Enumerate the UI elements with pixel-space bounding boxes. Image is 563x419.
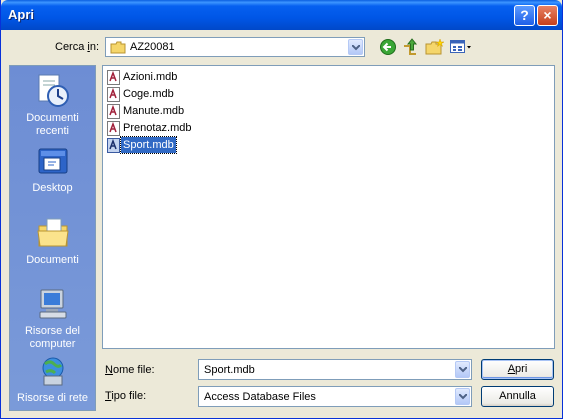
file-list[interactable]: Azioni.mdb Coge.mdb Manute.mdb Prenotaz.… — [102, 65, 555, 349]
look-in-label: Cerca in: — [55, 41, 100, 53]
file-item[interactable]: Prenotaz.mdb — [106, 120, 193, 136]
desktop-icon — [38, 148, 67, 174]
chevron-down-icon — [459, 367, 467, 373]
help-icon: ? — [520, 7, 529, 23]
title-bar[interactable]: Apri ? × — [1, 0, 562, 30]
filename-input[interactable]: Sport.mdb — [204, 364, 255, 376]
filetype-label: Tipo file: — [105, 390, 147, 402]
place-label: Documenti recenti — [26, 112, 79, 137]
help-button[interactable]: ? — [514, 5, 535, 26]
my-computer-icon — [39, 289, 66, 319]
view-menu-icon[interactable] — [449, 38, 473, 56]
file-name: Azioni.mdb — [123, 71, 178, 83]
filetype-combo[interactable]: Access Database Files — [198, 386, 472, 407]
place-network[interactable]: Risorse di rete — [10, 356, 95, 405]
filename-combo[interactable]: Sport.mdb — [198, 359, 472, 380]
place-label: Desktop — [32, 182, 73, 194]
place-documents[interactable]: Documenti — [10, 216, 95, 267]
file-item[interactable]: Azioni.mdb — [106, 69, 179, 85]
folder-icon — [110, 41, 126, 54]
place-recent-documents[interactable]: Documenti recenti — [10, 72, 95, 138]
place-my-computer[interactable]: Risorse del computer — [10, 287, 95, 351]
new-folder-icon[interactable] — [425, 38, 445, 56]
file-name: Coge.mdb — [123, 88, 174, 100]
filetype-dropdown-button[interactable] — [455, 388, 470, 405]
up-folder-icon[interactable] — [402, 38, 420, 56]
look-in-combo[interactable]: AZ20081 — [105, 37, 365, 57]
close-icon: × — [543, 7, 552, 23]
back-icon[interactable] — [379, 38, 397, 56]
look-in-value: AZ20081 — [130, 41, 175, 53]
window-title: Apri — [8, 7, 34, 22]
place-label: Risorse di rete — [17, 392, 88, 404]
place-label: Documenti — [26, 254, 79, 266]
access-file-icon — [107, 138, 120, 153]
look-in-dropdown-button[interactable] — [348, 39, 363, 55]
recent-documents-icon — [38, 74, 69, 107]
open-dialog: Apri ? × Cerca in: AZ20081 Documenti rec… — [0, 0, 563, 419]
filename-dropdown-button[interactable] — [455, 361, 470, 378]
close-button[interactable]: × — [537, 5, 558, 26]
file-name: Prenotaz.mdb — [123, 122, 192, 134]
access-file-icon — [107, 70, 120, 85]
cancel-button[interactable]: Annulla — [481, 386, 554, 407]
documents-icon — [36, 218, 69, 247]
filetype-value: Access Database Files — [204, 391, 316, 403]
access-file-icon — [107, 87, 120, 102]
place-desktop[interactable]: Desktop — [10, 146, 95, 195]
file-item-selected[interactable]: Sport.mdb — [106, 136, 177, 154]
file-item[interactable]: Coge.mdb — [106, 86, 176, 102]
chevron-down-icon — [459, 394, 467, 400]
place-label: Risorse del computer — [24, 325, 81, 350]
chevron-down-icon — [352, 45, 360, 51]
file-name: Manute.mdb — [123, 105, 185, 117]
access-file-icon — [107, 104, 120, 119]
access-file-icon — [107, 121, 120, 136]
open-button[interactable]: Apri — [481, 359, 554, 380]
file-item[interactable]: Manute.mdb — [106, 103, 186, 119]
network-icon — [42, 357, 63, 386]
places-bar: Documenti recenti Desktop Documenti Riso… — [9, 65, 96, 411]
filename-label: Nome file: — [105, 364, 155, 376]
file-name: Sport.mdb — [120, 136, 177, 154]
